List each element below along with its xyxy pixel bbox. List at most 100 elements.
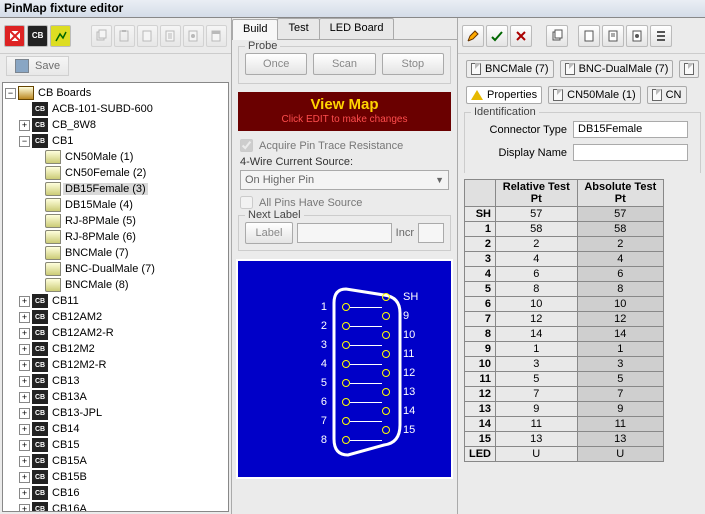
- tree-connector-label[interactable]: BNCMale (7): [63, 247, 131, 259]
- pin-rel-cell[interactable]: U: [496, 447, 578, 462]
- pin-right[interactable]: 10: [382, 331, 390, 339]
- tree-toggle[interactable]: +: [19, 504, 30, 513]
- pin-abs-cell[interactable]: 11: [577, 417, 663, 432]
- pin-right[interactable]: 13: [382, 388, 390, 396]
- pin-left[interactable]: 7: [342, 417, 350, 425]
- table-row[interactable]: 222: [465, 237, 664, 252]
- tree-toggle[interactable]: +: [19, 296, 30, 307]
- table-row[interactable]: 71212: [465, 312, 664, 327]
- tree-board-row[interactable]: +CB16: [3, 485, 228, 501]
- tree-connector-label[interactable]: DB15Female (3): [63, 183, 148, 195]
- pin-right[interactable]: 11: [382, 350, 390, 358]
- conn-type-value[interactable]: DB15Female: [573, 121, 688, 138]
- pin-abs-cell[interactable]: U: [577, 447, 663, 462]
- tree-board-row[interactable]: +CB13-JPL: [3, 405, 228, 421]
- table-row[interactable]: 81414: [465, 327, 664, 342]
- tree-board-label[interactable]: CB14: [50, 423, 82, 435]
- tree-board-label[interactable]: CB13A: [50, 391, 89, 403]
- tree-board-label[interactable]: ACB-101-SUBD-600: [50, 103, 155, 115]
- tree-board-row[interactable]: + CB12M2-R: [3, 357, 228, 373]
- pin-abs-cell[interactable]: 2: [577, 237, 663, 252]
- table-row[interactable]: 344: [465, 252, 664, 267]
- pin-abs-cell[interactable]: 4: [577, 252, 663, 267]
- tree-board-label[interactable]: CB12M2-R: [50, 359, 108, 371]
- tree-connector-row[interactable]: DB15Female (3): [3, 181, 228, 197]
- tree-connector-row[interactable]: RJ-8PMale (6): [3, 229, 228, 245]
- tree-toggle[interactable]: −: [19, 136, 30, 147]
- pin-rel-cell[interactable]: 58: [496, 222, 578, 237]
- tab-cn-more[interactable]: CN: [647, 86, 687, 104]
- tree-board-label[interactable]: CB15: [50, 439, 82, 451]
- tree-board-row[interactable]: +CB12AM2-R: [3, 325, 228, 341]
- tree-board-label[interactable]: CB11: [50, 295, 81, 307]
- pin-abs-cell[interactable]: 14: [577, 327, 663, 342]
- tree-board-row[interactable]: ACB-101-SUBD-600: [3, 101, 228, 117]
- pin-left[interactable]: 8: [342, 436, 350, 444]
- tree-root-label[interactable]: CB Boards: [36, 87, 93, 99]
- accept-icon[interactable]: [486, 25, 508, 47]
- view-map-button[interactable]: View Map Click EDIT to make changes: [238, 92, 451, 131]
- pin-table[interactable]: Relative Test Pt Absolute Test Pt SH5757…: [464, 179, 664, 462]
- pin-abs-cell[interactable]: 57: [577, 207, 663, 222]
- incr-input[interactable]: [418, 223, 444, 243]
- pin-left[interactable]: 4: [342, 360, 350, 368]
- pin-abs-cell[interactable]: 5: [577, 372, 663, 387]
- pin-right[interactable]: SH: [382, 293, 390, 301]
- tab-cn50male1[interactable]: CN50Male (1): [548, 86, 640, 104]
- tree-connector-row[interactable]: BNCMale (7): [3, 245, 228, 261]
- table-row[interactable]: 1155: [465, 372, 664, 387]
- tree-toggle[interactable]: +: [19, 360, 30, 371]
- tab-more1[interactable]: [679, 60, 699, 78]
- tree-connector-row[interactable]: BNC-DualMale (7): [3, 261, 228, 277]
- tree-board-label[interactable]: CB12AM2: [50, 311, 104, 323]
- tree-connector-row[interactable]: CN50Male (1): [3, 149, 228, 165]
- table-row[interactable]: 151313: [465, 432, 664, 447]
- table-row[interactable]: 588: [465, 282, 664, 297]
- pin-abs-cell[interactable]: 13: [577, 432, 663, 447]
- tree-board-label[interactable]: CB15B: [50, 471, 89, 483]
- pin-abs-cell[interactable]: 8: [577, 282, 663, 297]
- next-label-input[interactable]: [297, 223, 392, 243]
- table-row[interactable]: LEDUU: [465, 447, 664, 462]
- pin-left[interactable]: 3: [342, 341, 350, 349]
- pin-rel-cell[interactable]: 4: [496, 252, 578, 267]
- tree-board-label[interactable]: CB13-JPL: [50, 407, 104, 419]
- tab-ledboard[interactable]: LED Board: [319, 18, 395, 39]
- pin-right[interactable]: 15: [382, 426, 390, 434]
- tree-board-label[interactable]: CB16: [50, 487, 82, 499]
- pin-rel-cell[interactable]: 8: [496, 282, 578, 297]
- tab-build[interactable]: Build: [232, 19, 278, 40]
- tab-bncmale7[interactable]: BNCMale (7): [466, 60, 554, 78]
- tree-connector-label[interactable]: BNC-DualMale (7): [63, 263, 157, 275]
- table-row[interactable]: SH5757: [465, 207, 664, 222]
- tab-properties[interactable]: Properties: [466, 86, 542, 104]
- tree-board-label[interactable]: CB12M2: [50, 343, 97, 355]
- display-name-input[interactable]: [573, 144, 688, 161]
- tab-test[interactable]: Test: [277, 18, 319, 39]
- pin-abs-cell[interactable]: 58: [577, 222, 663, 237]
- pin-abs-cell[interactable]: 9: [577, 402, 663, 417]
- pin-rel-cell[interactable]: 57: [496, 207, 578, 222]
- tree-board-label[interactable]: CB15A: [50, 455, 89, 467]
- tree-board-row[interactable]: +CB15: [3, 437, 228, 453]
- reject-icon[interactable]: [510, 25, 532, 47]
- tree-board-row[interactable]: + CB12AM2: [3, 309, 228, 325]
- tree-toggle[interactable]: +: [19, 456, 30, 467]
- tree-board-label[interactable]: CB1: [50, 135, 75, 147]
- pin-rel-cell[interactable]: 6: [496, 267, 578, 282]
- tree-toggle[interactable]: +: [19, 312, 30, 323]
- tree-toggle[interactable]: −: [5, 88, 16, 99]
- pin-rel-cell[interactable]: 5: [496, 372, 578, 387]
- board-tree[interactable]: − CB Boards ACB-101-SUBD-600+CB_8W8−CB1C…: [2, 82, 229, 512]
- tree-board-label[interactable]: CB12AM2-R: [50, 327, 116, 339]
- probe-scan-button[interactable]: Scan: [313, 53, 375, 75]
- table-row[interactable]: 1277: [465, 387, 664, 402]
- probe-stop-button[interactable]: Stop: [382, 53, 444, 75]
- tree-board-row[interactable]: +CB12M2: [3, 341, 228, 357]
- tree-board-label[interactable]: CB13: [50, 375, 82, 387]
- pin-left[interactable]: 6: [342, 398, 350, 406]
- tree-connector-label[interactable]: CN50Male (1): [63, 151, 135, 163]
- pin-left[interactable]: 1: [342, 303, 350, 311]
- tree-toggle[interactable]: +: [19, 424, 30, 435]
- probe-once-button[interactable]: Once: [245, 53, 307, 75]
